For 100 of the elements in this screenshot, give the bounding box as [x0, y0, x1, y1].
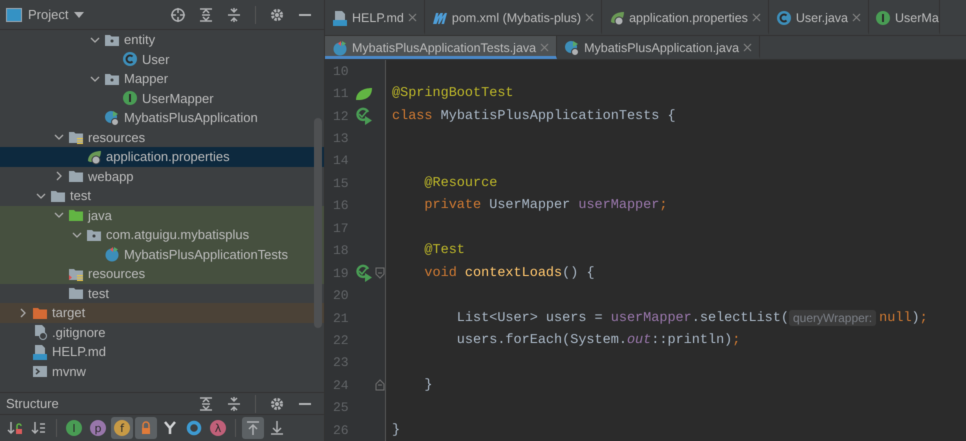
chevron-icon[interactable] — [72, 230, 82, 240]
tree-row[interactable]: com.atguigu.mybatisplus — [0, 225, 324, 244]
chevron-icon[interactable] — [54, 132, 64, 142]
run-icon[interactable] — [354, 264, 373, 282]
caret-icon[interactable] — [74, 12, 84, 18]
tree-row[interactable]: .gitignore — [0, 322, 324, 342]
panel-title[interactable]: Project — [28, 7, 68, 22]
resources-folder-icon — [68, 129, 84, 146]
ignored-file-icon — [32, 324, 48, 340]
filter-icon[interactable]: p — [89, 419, 107, 437]
filter-icon[interactable]: λ — [209, 419, 227, 437]
tree-item-label: UserMapper — [142, 90, 214, 106]
editor-tab[interactable]: User.java — [768, 0, 870, 35]
tree-item-label: MybatisPlusApplicationTests — [124, 246, 288, 262]
hierarchy-icon[interactable] — [162, 420, 178, 436]
code-line: class MybatisPlusApplicationTests { — [392, 108, 676, 124]
tree-item-label: webapp — [88, 168, 134, 184]
editor-tab[interactable]: UserMa — [869, 0, 940, 35]
folder-icon — [68, 207, 84, 224]
chevron-icon[interactable] — [54, 210, 64, 220]
tree-row[interactable]: MybatisPlusApplicationTests — [0, 244, 324, 264]
tree-row[interactable]: entity — [0, 30, 324, 50]
tree-row[interactable]: resources — [0, 128, 324, 147]
sort-icon[interactable] — [7, 420, 23, 436]
tree-item-label: java — [88, 208, 112, 223]
settings-icon[interactable] — [269, 396, 285, 412]
code-line: } — [423, 378, 433, 393]
code-line: users.forEach(System.out::println); — [456, 332, 740, 348]
tree-row[interactable]: UserMapper — [0, 88, 324, 108]
editor-tab[interactable]: pom.xml (Mybatis-plus) — [424, 0, 602, 35]
tree-item-label: test — [70, 188, 91, 204]
collapse-all-icon[interactable] — [226, 396, 242, 412]
leaf-icon[interactable] — [355, 86, 374, 102]
close-icon[interactable] — [408, 13, 417, 22]
chevron-icon[interactable] — [36, 190, 46, 201]
filter-icon[interactable]: f — [113, 419, 131, 437]
panel-title[interactable]: Structure — [6, 396, 59, 411]
tree-item-label: HELP.md — [52, 344, 106, 360]
expand-all-icon[interactable] — [198, 396, 214, 412]
autoscroll-icon[interactable] — [245, 420, 261, 436]
script-file-icon — [32, 363, 48, 380]
expand-all-icon[interactable] — [198, 6, 214, 22]
tree-item-label: mvnw — [52, 364, 86, 379]
filter-icon[interactable]: I — [65, 419, 83, 437]
autoscroll-icon[interactable] — [269, 420, 285, 436]
collapse-all-icon[interactable] — [226, 6, 242, 22]
tree-item-label: test — [88, 286, 109, 301]
editor-tab[interactable]: MybatisPlusApplication.java — [557, 36, 760, 59]
code-line: @Resource — [423, 176, 498, 191]
close-icon[interactable] — [752, 13, 761, 22]
tree-row[interactable]: mvnw — [0, 362, 324, 381]
tree-item-label: entity — [124, 32, 156, 48]
tree-item-label: Mapper — [124, 71, 168, 86]
chevron-icon[interactable] — [90, 34, 100, 45]
ring-icon[interactable] — [186, 420, 202, 436]
tree-item-label: application.properties — [106, 149, 230, 164]
code-line: } — [392, 422, 400, 438]
close-icon[interactable] — [852, 13, 862, 22]
editor-tab[interactable]: application.properties — [602, 0, 769, 35]
folder-icon — [68, 285, 84, 302]
chevron-icon[interactable] — [18, 308, 28, 318]
interface-icon — [875, 10, 892, 26]
markdown-file-icon — [332, 10, 348, 26]
tree-row[interactable]: HELP.md — [0, 342, 324, 362]
tree-item-label: target — [52, 305, 86, 320]
scrollbar[interactable] — [314, 118, 322, 328]
fold-icon[interactable] — [375, 379, 385, 392]
tree-row[interactable]: java — [0, 206, 324, 225]
tree-row[interactable]: target — [0, 303, 324, 322]
tree-row[interactable]: application.properties — [0, 147, 324, 166]
code-line: void contextLoads() { — [423, 266, 595, 281]
run-icon[interactable] — [355, 107, 374, 126]
editor-tab[interactable]: MybatisPlusApplicationTests.java — [325, 36, 558, 59]
locate-icon[interactable] — [170, 6, 186, 22]
tree-row[interactable]: webapp — [0, 166, 324, 186]
tree-row[interactable]: test — [0, 186, 324, 206]
fold-icon[interactable] — [375, 267, 385, 280]
class-icon — [122, 51, 138, 68]
leaf-icon — [609, 10, 626, 26]
tree-row[interactable]: test — [0, 284, 324, 303]
tree-row[interactable]: resources — [0, 264, 324, 284]
code-line: @Test — [423, 243, 465, 258]
settings-icon[interactable] — [269, 6, 285, 22]
tree-row[interactable]: User — [0, 50, 324, 69]
chevron-icon[interactable] — [90, 74, 100, 84]
editor-tab[interactable]: HELP.md — [325, 0, 425, 35]
tree-row[interactable]: Mapper — [0, 69, 324, 88]
close-icon[interactable] — [743, 43, 752, 52]
code-line: @SpringBootTest — [392, 86, 514, 102]
tree-item-label: .gitignore — [52, 324, 106, 340]
folder-icon — [68, 168, 84, 184]
sort-icon[interactable] — [31, 420, 47, 436]
close-icon[interactable] — [585, 13, 594, 22]
window-icon — [6, 8, 22, 22]
tree-item-label: resources — [88, 266, 146, 282]
test-class-icon — [104, 246, 120, 262]
spring-class-icon — [104, 110, 120, 126]
tree-row[interactable]: MybatisPlusApplication — [0, 108, 324, 128]
chevron-icon[interactable] — [54, 171, 64, 182]
leaf-icon — [86, 148, 102, 165]
